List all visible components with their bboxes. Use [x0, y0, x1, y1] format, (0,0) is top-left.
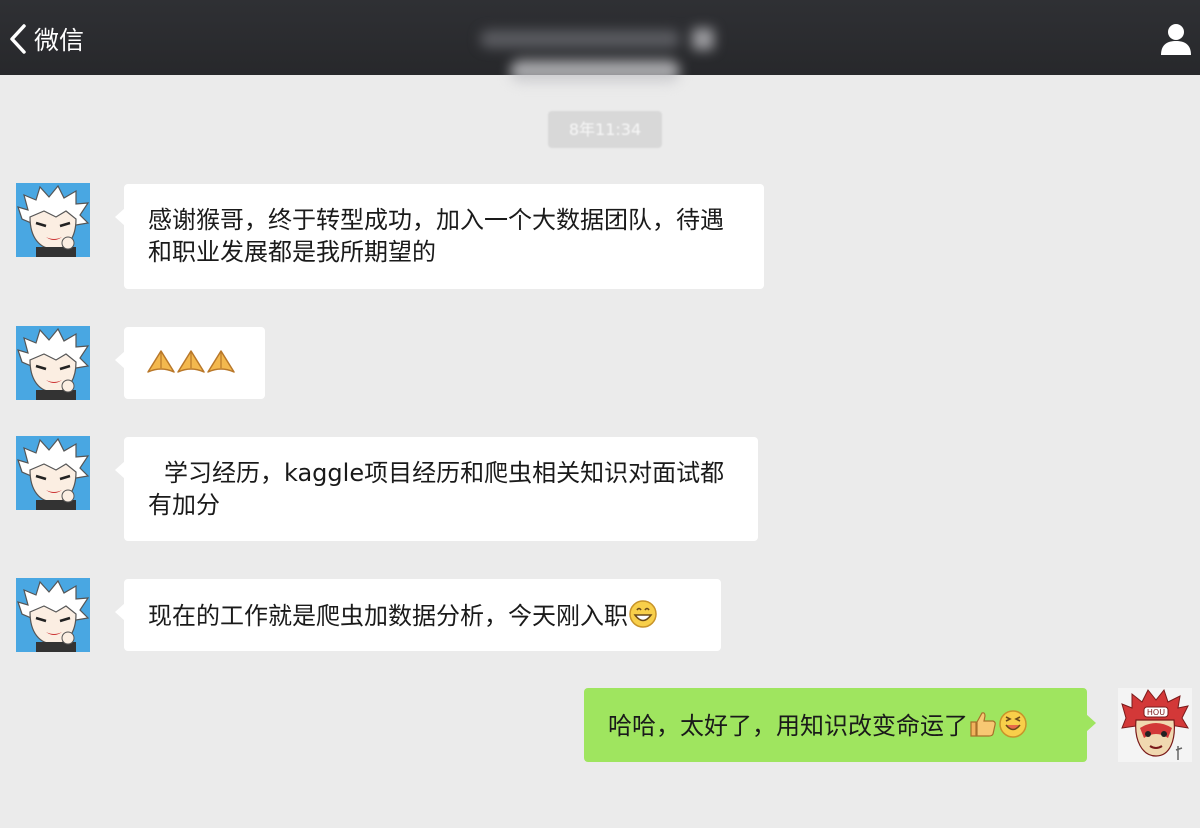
message-bubble[interactable] [115, 327, 265, 399]
message-text: 现在的工作就是爬虫加数据分析，今天刚入职 [148, 602, 628, 630]
message-bubble[interactable]: 现在的工作就是爬虫加数据分析，今天刚入职 [115, 579, 721, 651]
message-bubble[interactable]: 感谢猴哥，终于转型成功，加入一个大数据团队，待遇和职业发展都是我所期望的 [115, 184, 764, 289]
back-button[interactable]: 微信 [8, 22, 84, 56]
avatar[interactable] [16, 578, 90, 652]
avatar[interactable] [16, 436, 90, 510]
grin-icon [629, 600, 657, 628]
anime-avatar-icon [16, 578, 90, 652]
pray-icon [147, 350, 175, 373]
pray-icon [207, 350, 235, 373]
blurred-chat-title [470, 20, 728, 82]
message-text: 哈哈，太好了，用知识改变命运了 [608, 712, 968, 740]
chevron-left-icon [10, 24, 26, 54]
profile-button[interactable] [1160, 22, 1192, 56]
message-text: 感谢猴哥，终于转型成功，加入一个大数据团队，待遇和职业发展都是我所期望的 [148, 206, 724, 266]
person-icon [1161, 24, 1191, 55]
message-bubble[interactable]: 哈哈，太好了，用知识改变命运了 [584, 688, 1096, 762]
thumbs-up-icon [970, 712, 996, 737]
avatar[interactable] [16, 326, 90, 400]
avatar[interactable] [16, 183, 90, 257]
pray-icon [177, 350, 205, 373]
avatar[interactable]: HOU [1118, 688, 1192, 762]
message-text: 学习经历，kaggle项目经历和爬虫相关知识对面试都有加分 [148, 459, 725, 519]
anime-avatar-icon [16, 183, 90, 257]
message-timestamp: 8年11:34 [548, 111, 662, 148]
anime-avatar-icon [16, 436, 90, 510]
back-label: 微信 [34, 26, 85, 55]
message-bubble[interactable]: 学习经历，kaggle项目经历和爬虫相关知识对面试都有加分 [115, 437, 758, 541]
smile-icon [999, 710, 1027, 738]
svg-text:HOU: HOU [1147, 708, 1165, 717]
anime-avatar-icon [16, 326, 90, 400]
monkey-king-avatar-icon: HOU [1118, 688, 1192, 762]
top-bar: 微信 [0, 0, 1200, 82]
